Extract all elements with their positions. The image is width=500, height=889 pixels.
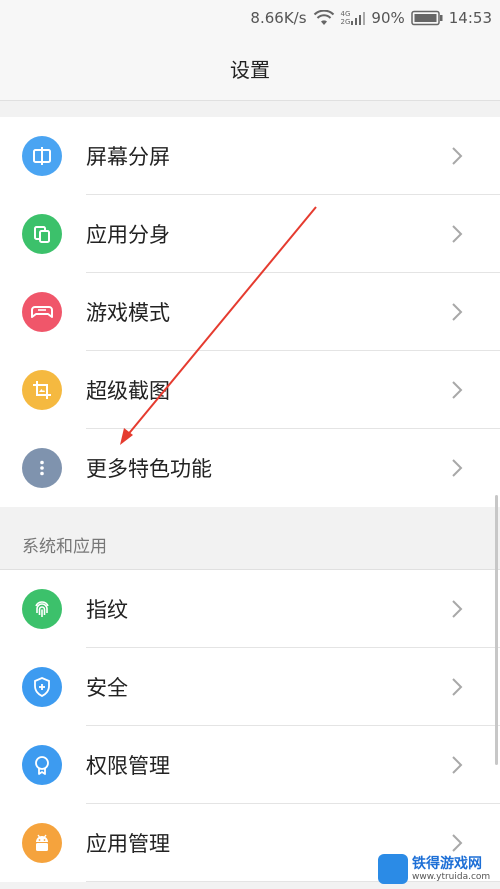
app-clone-icon	[22, 214, 62, 254]
battery-icon	[411, 10, 443, 26]
watermark-url: www.ytruida.com	[412, 871, 491, 882]
network-type-bottom: 2G	[340, 18, 351, 26]
watermark-name: 铁得游戏网	[412, 855, 482, 872]
status-bar: 8.66K/s 4G 2G 90% 14:53	[0, 0, 500, 36]
gamepad-icon	[22, 292, 62, 332]
row-label: 更多特色功能	[86, 457, 212, 481]
row-game-mode[interactable]: 游戏模式	[0, 273, 500, 351]
row-label: 权限管理	[86, 754, 170, 778]
row-label: 安全	[86, 676, 128, 700]
row-super-screenshot[interactable]: 超级截图	[0, 351, 500, 429]
wifi-icon	[313, 10, 335, 26]
row-security[interactable]: 安全	[0, 648, 500, 726]
section-header: 系统和应用	[0, 519, 500, 569]
row-label: 指纹	[86, 598, 128, 622]
chevron-right-icon	[452, 303, 463, 321]
section-gap	[0, 507, 500, 519]
page-title: 设置	[230, 57, 270, 82]
row-label: 应用分身	[86, 223, 170, 247]
row-label: 应用管理	[86, 832, 170, 856]
network-type-top: 4G	[340, 10, 351, 18]
title-bar: 设置	[0, 36, 500, 101]
scrollbar[interactable]	[495, 495, 498, 765]
battery-percent: 90%	[371, 9, 405, 27]
row-label: 游戏模式	[86, 301, 170, 325]
more-dots-icon	[22, 448, 62, 488]
crop-screenshot-icon	[22, 370, 62, 410]
system-apps-section: 指纹 安全 权限管理 应用管理	[0, 570, 500, 882]
row-split-screen[interactable]: 屏幕分屏	[0, 117, 500, 195]
chevron-right-icon	[452, 147, 463, 165]
features-section: 屏幕分屏 应用分身 游戏模式 超级截图 更多特色功能	[0, 117, 500, 507]
row-fingerprint[interactable]: 指纹	[0, 570, 500, 648]
row-app-clone[interactable]: 应用分身	[0, 195, 500, 273]
chevron-right-icon	[452, 600, 463, 618]
watermark-text: 铁得游戏网 www.ytruida.com	[412, 857, 490, 882]
clock: 14:53	[448, 9, 492, 27]
chevron-right-icon	[452, 678, 463, 696]
watermark: 铁得游戏网 www.ytruida.com	[378, 849, 500, 889]
fingerprint-icon	[22, 589, 62, 629]
settings-list[interactable]: 屏幕分屏 应用分身 游戏模式 超级截图 更多特色功能 系统和应用 指纹 安全 权…	[0, 101, 500, 889]
row-label: 超级截图	[86, 379, 170, 403]
split-screen-icon	[22, 136, 62, 176]
cellular-signal-icon: 4G 2G	[341, 10, 366, 26]
chevron-right-icon	[452, 225, 463, 243]
security-shield-icon	[22, 667, 62, 707]
row-label: 屏幕分屏	[86, 145, 170, 169]
chevron-right-icon	[452, 381, 463, 399]
chevron-right-icon	[452, 459, 463, 477]
network-speed: 8.66K/s	[250, 9, 307, 27]
chevron-right-icon	[452, 756, 463, 774]
permission-badge-icon	[22, 745, 62, 785]
watermark-logo-icon	[378, 854, 408, 884]
row-permission-management[interactable]: 权限管理	[0, 726, 500, 804]
row-more-features[interactable]: 更多特色功能	[0, 429, 500, 507]
android-robot-icon	[22, 823, 62, 863]
